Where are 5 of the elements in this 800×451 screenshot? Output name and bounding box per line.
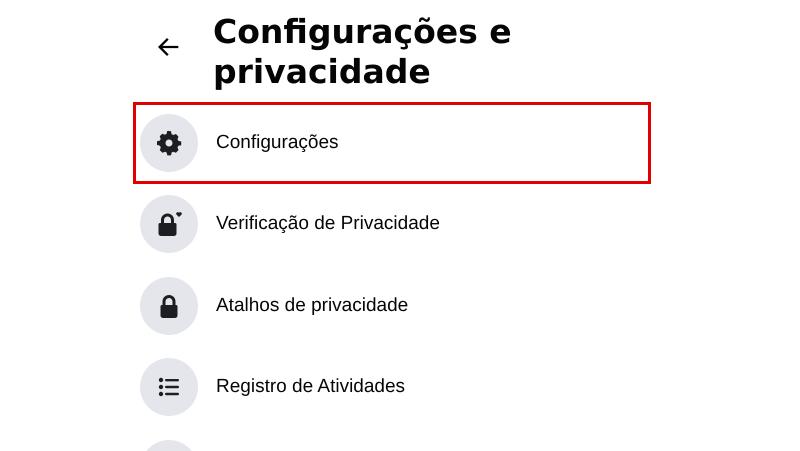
page-title: Configurações e privacidade xyxy=(213,12,513,92)
menu-item[interactable]: Atalhos de privacidade xyxy=(216,294,408,317)
menu-item[interactable]: Verificação de Privacidade xyxy=(216,213,440,236)
menu-item[interactable]: Configurações xyxy=(216,132,339,154)
menu-item[interactable]: Registro de Atividades xyxy=(216,376,406,398)
